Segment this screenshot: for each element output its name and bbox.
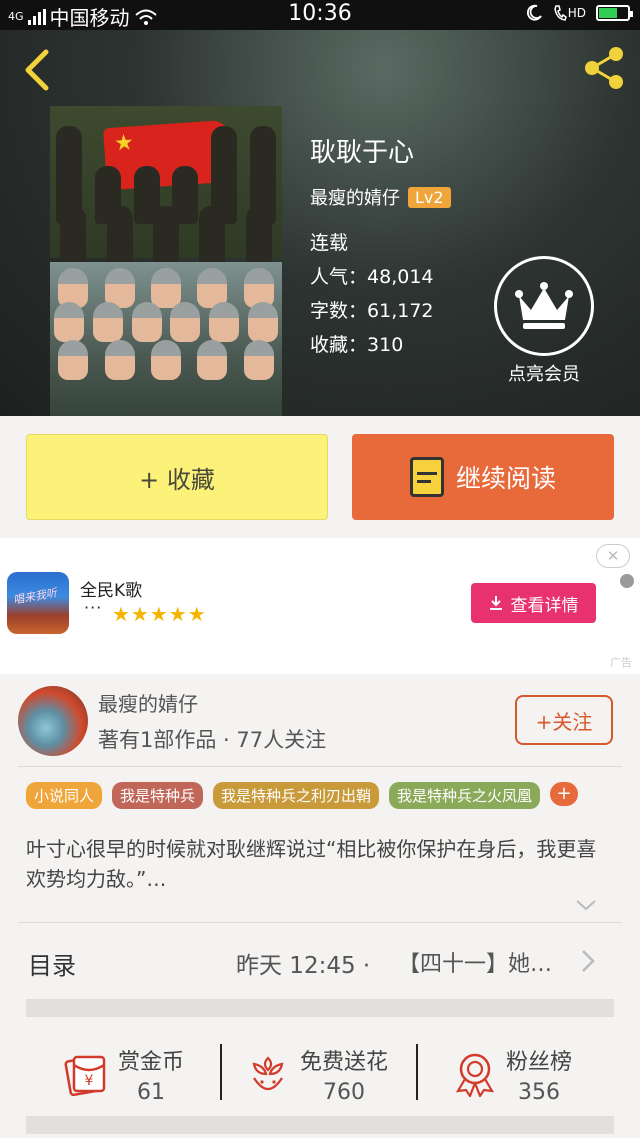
author-level-badge: Lv2 [408, 186, 451, 208]
send-flower-label: 免费送花 [300, 1049, 389, 1075]
latest-chapter: 【四十一】她… [398, 952, 553, 977]
book-stats: 连载 人气：48,014 字数：61,172 收藏：310 [310, 226, 434, 362]
author-section: 最瘦的婧仔 著有1部作品 · 77人关注 +关注 小说同人 我是特种兵 我是特种… [0, 674, 640, 1138]
divider [416, 1044, 418, 1100]
toc-label: 目录 [28, 952, 76, 980]
rating-stars: ★★★★★ [112, 602, 207, 626]
favorites-stat: 收藏：310 [310, 328, 434, 362]
flower-icon [252, 1056, 284, 1091]
crown-icon [515, 282, 573, 329]
tag-item[interactable]: 我是特种兵之火凤凰 [389, 782, 541, 809]
reward-coins-button[interactable]: ¥ 赏金币 61 [62, 1036, 184, 1112]
serial-status: 连载 [310, 232, 349, 254]
battery-fill [599, 8, 617, 18]
bottom-stats: ¥ 赏金币 61 免费送花 760 粉丝榜 356 [0, 1028, 640, 1118]
share-icon[interactable] [580, 44, 628, 92]
app-icon-text: 唱来我听 [12, 586, 58, 607]
fan-ranking-text: 粉丝榜 356 [506, 1044, 572, 1105]
download-icon [489, 596, 502, 610]
words-value: 61,172 [367, 300, 434, 322]
reward-coins-value: 61 [137, 1079, 165, 1105]
avatar[interactable] [18, 686, 88, 756]
ad-ellipsis: ··· [84, 598, 103, 617]
follow-button[interactable]: +关注 [515, 695, 613, 745]
collect-label: + 收藏 [139, 465, 215, 494]
view-details-button[interactable]: 查看详情 [471, 583, 596, 623]
book-cover[interactable] [50, 106, 282, 416]
ad-banner[interactable]: ✕ 唱来我听 全民K歌 ··· ★★★★★ 查看详情 广告 [0, 538, 640, 674]
favorites-value: 310 [367, 334, 404, 356]
section-band [26, 999, 614, 1017]
view-details-label: 查看详情 [510, 595, 579, 616]
fan-ranking-button[interactable]: 粉丝榜 356 [454, 1036, 572, 1112]
popularity-stat: 人气：48,014 [310, 260, 434, 294]
divider [18, 766, 622, 767]
tag-list: 小说同人 我是特种兵 我是特种兵之利刃出鞘 我是特种兵之火凤凰 + [26, 782, 579, 809]
collect-button[interactable]: + 收藏 [26, 434, 328, 520]
vip-button[interactable]: 点亮会员 [492, 256, 596, 386]
svg-text:¥: ¥ [85, 1073, 94, 1089]
ad-indicator-dot [620, 574, 634, 588]
red-envelope-icon: ¥ [64, 1055, 106, 1097]
back-icon[interactable] [18, 46, 58, 94]
continue-reading-label: 继续阅读 [455, 464, 556, 493]
cover-helmets-front [50, 340, 282, 380]
book-header: 耿耿于心 最瘦的婧仔 Lv2 连载 人气：48,014 字数：61,172 收藏… [0, 30, 640, 416]
tag-item[interactable]: 我是特种兵之利刃出鞘 [213, 782, 380, 809]
toc-separator: · [362, 953, 371, 979]
tag-item[interactable]: 我是特种兵 [112, 782, 204, 809]
hd-label: HD [567, 6, 586, 20]
divider [220, 1044, 222, 1100]
reward-coins-text: 赏金币 61 [118, 1044, 184, 1105]
moon-icon [526, 4, 542, 21]
book-intro[interactable]: 叶寸心很早的时候就对耿继辉说过“相比被你保护在身后，我更喜欢势均力敌。”… [26, 834, 616, 894]
book-author[interactable]: 最瘦的婧仔 [310, 184, 400, 210]
status-bar: 4G 中国移动 10:36 HD [0, 0, 640, 30]
word-count-stat: 字数：61,172 [310, 294, 434, 328]
app-icon[interactable]: 唱来我听 [7, 572, 69, 634]
fan-ranking-label: 粉丝榜 [506, 1049, 573, 1075]
popularity-label: 人气： [310, 266, 368, 288]
book-icon [409, 457, 444, 497]
cover-top-photo [50, 106, 282, 264]
reward-coins-label: 赏金币 [118, 1049, 185, 1075]
update-time: 昨天 12:45 · [236, 946, 370, 980]
action-bar: + 收藏 继续阅读 [0, 416, 640, 538]
more-tags-button[interactable]: + [550, 782, 579, 806]
ad-mark: 广告 [610, 656, 632, 669]
phone-icon [553, 5, 567, 21]
battery-icon [596, 5, 633, 21]
vip-circle [494, 256, 594, 356]
hd-call-indicator: HD [553, 4, 586, 22]
book-author-line: 最瘦的婧仔 Lv2 [310, 184, 451, 210]
section-band [26, 1116, 614, 1134]
author-name[interactable]: 最瘦的婧仔 [98, 688, 198, 717]
send-flower-button[interactable]: 免费送花 760 [248, 1036, 388, 1112]
tag-item[interactable]: 小说同人 [26, 782, 103, 809]
update-time-value: 昨天 12:45 [236, 953, 356, 979]
continue-reading-button[interactable]: 继续阅读 [352, 434, 614, 520]
fan-ranking-value: 356 [518, 1079, 560, 1105]
send-flower-value: 760 [323, 1079, 365, 1105]
chevron-down-icon[interactable] [574, 896, 598, 914]
table-of-contents-row[interactable]: 目录 昨天 12:45 · 【四十一】她… [0, 922, 640, 1000]
book-title: 耿耿于心 [310, 138, 415, 168]
vip-label: 点亮会员 [508, 364, 580, 385]
chevron-right-icon [582, 950, 595, 972]
words-label: 字数： [310, 300, 368, 322]
author-meta: 著有1部作品 · 77人关注 [98, 728, 327, 752]
favorites-label: 收藏： [310, 334, 368, 356]
status-right: HD [525, 4, 633, 22]
cover-bottom-photo [50, 262, 282, 416]
popularity-value: 48,014 [367, 266, 434, 288]
medal-icon [455, 1053, 495, 1097]
send-flower-text: 免费送花 760 [300, 1044, 388, 1105]
cover-helmets-mid [50, 302, 282, 342]
cover-figures-front [50, 206, 282, 264]
close-icon[interactable]: ✕ [596, 544, 630, 568]
